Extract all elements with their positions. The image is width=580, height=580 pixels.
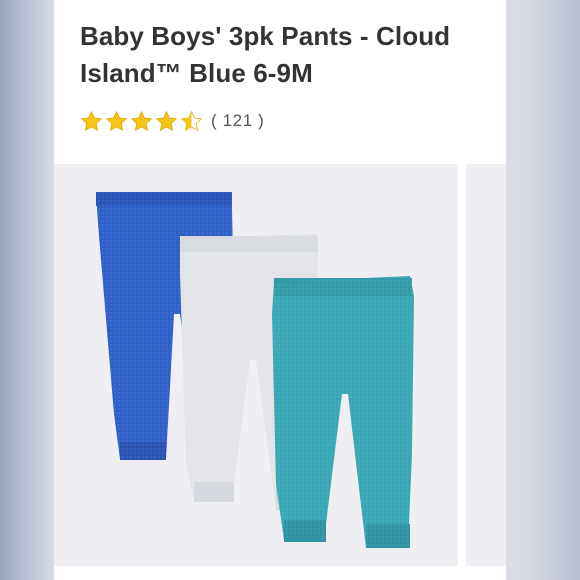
next-product-image-peek[interactable] bbox=[466, 164, 506, 568]
product-image[interactable] bbox=[54, 164, 458, 568]
review-count[interactable]: ( 121 ) bbox=[211, 111, 264, 131]
product-image-carousel[interactable] bbox=[54, 160, 506, 568]
teal-pants bbox=[272, 276, 414, 548]
star-half-icon bbox=[180, 110, 203, 131]
left-blur-edge bbox=[0, 0, 54, 580]
star-rating bbox=[80, 110, 205, 133]
star-full-icon bbox=[155, 110, 178, 131]
star-full-icon bbox=[80, 110, 103, 131]
bottom-strip bbox=[54, 566, 506, 580]
product-header: Baby Boys' 3pk Pants - Cloud Island™ Blu… bbox=[54, 0, 506, 160]
product-title: Baby Boys' 3pk Pants - Cloud Island™ Blu… bbox=[80, 21, 451, 88]
star-full-icon bbox=[130, 110, 153, 131]
star-full-icon bbox=[105, 110, 128, 131]
product-rating[interactable]: ( 121 ) bbox=[80, 108, 264, 134]
pants-illustration bbox=[96, 192, 414, 548]
